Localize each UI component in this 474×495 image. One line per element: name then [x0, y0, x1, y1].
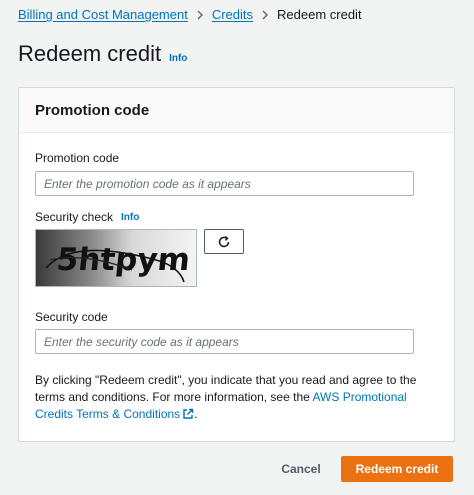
breadcrumb: Billing and Cost Management Credits Rede…	[18, 7, 362, 22]
security-code-input[interactable]	[35, 329, 414, 354]
card-title: Promotion code	[35, 102, 150, 119]
card-header: Promotion code	[19, 88, 454, 133]
security-check-info-link[interactable]: Info	[121, 212, 139, 223]
cancel-button[interactable]: Cancel	[270, 456, 332, 482]
chevron-right-icon	[253, 9, 277, 20]
external-link-icon	[182, 408, 194, 425]
page-title: Redeem credit	[18, 41, 162, 66]
security-check-label: Security check	[35, 210, 114, 224]
refresh-icon	[218, 235, 230, 247]
terms-end: .	[194, 407, 198, 421]
promotion-code-card: Promotion code Promotion code Security c…	[18, 87, 455, 442]
captcha-text: 5htpym	[55, 242, 192, 278]
breadcrumb-billing[interactable]: Billing and Cost Management	[18, 7, 188, 22]
terms-text: By clicking "Redeem credit", you indicat…	[35, 372, 440, 425]
captcha-image: 5htpym	[35, 229, 197, 287]
page-info-link[interactable]: Info	[169, 53, 187, 64]
security-code-label: Security code	[35, 310, 108, 324]
redeem-credit-button[interactable]: Redeem credit	[341, 456, 453, 482]
breadcrumb-credits[interactable]: Credits	[212, 7, 253, 22]
promotion-code-input[interactable]	[35, 171, 414, 196]
chevron-right-icon	[188, 9, 212, 20]
page-header: Redeem credit Info	[18, 40, 187, 68]
promotion-code-label: Promotion code	[35, 151, 120, 165]
breadcrumb-current: Redeem credit	[277, 7, 362, 22]
refresh-captcha-button[interactable]	[204, 229, 244, 254]
